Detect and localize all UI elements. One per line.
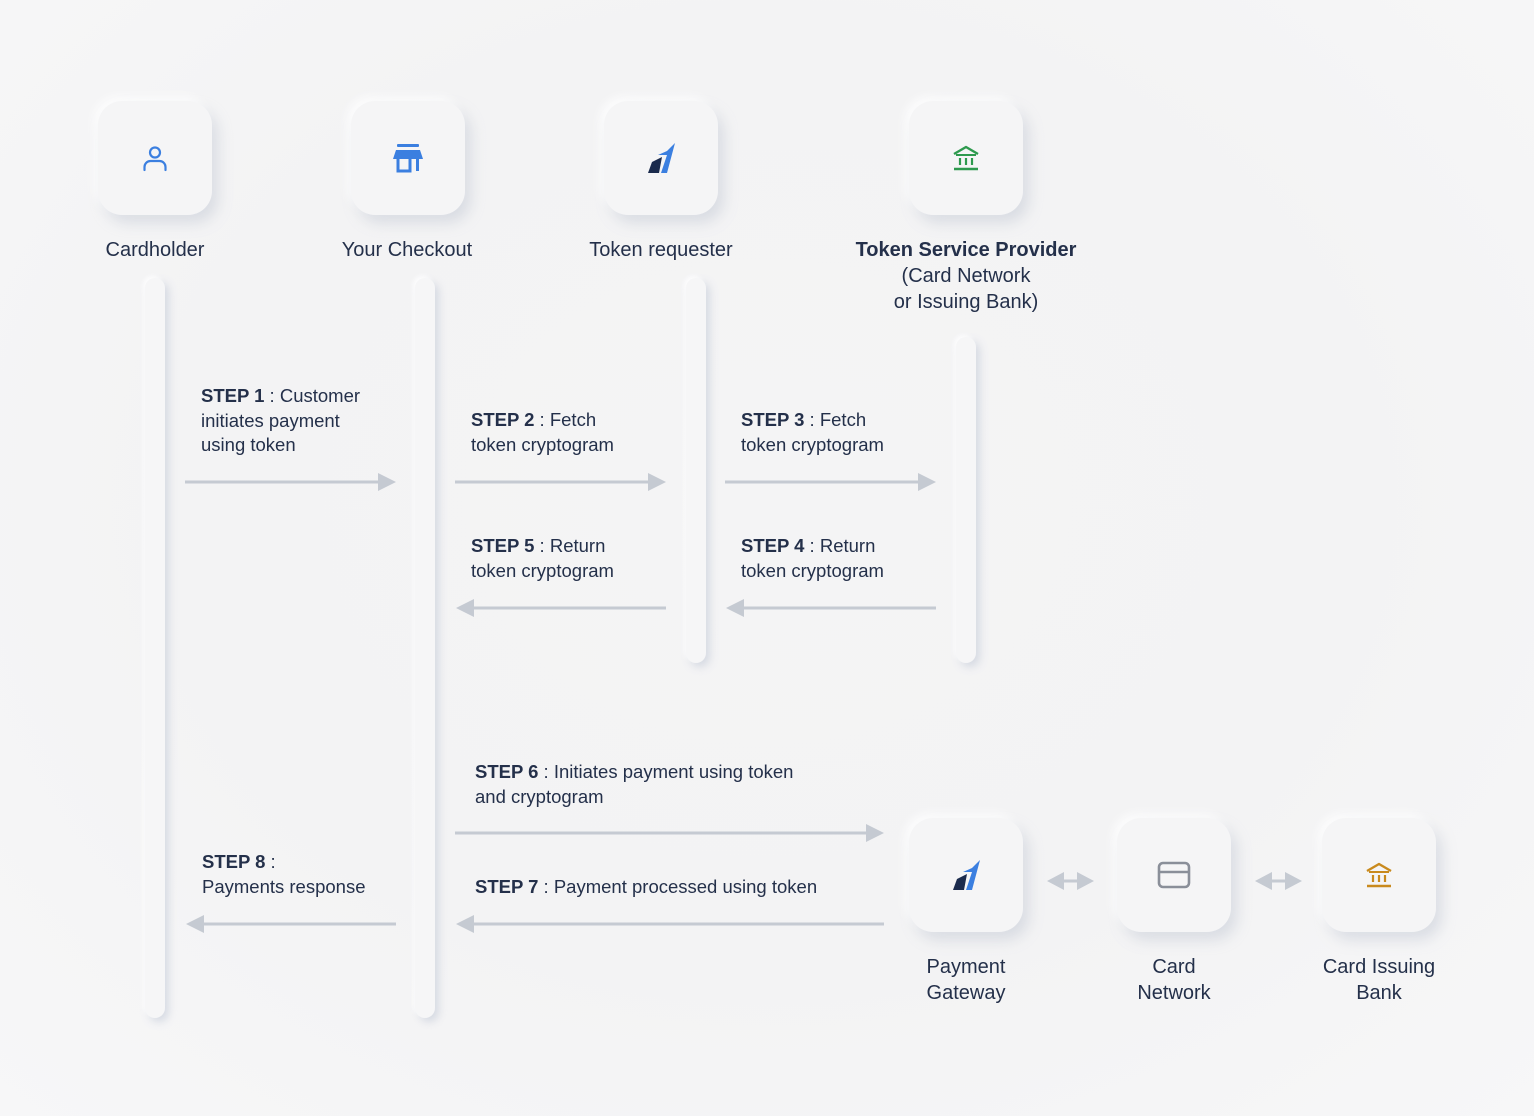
razorpay-logo-icon (953, 860, 980, 890)
step1-label: STEP 1 : Customer initiates payment usin… (201, 384, 360, 458)
issuing-bank-card (1322, 818, 1436, 932)
step2-label: STEP 2 : Fetch token cryptogram (471, 408, 614, 457)
step6-text-line2: and cryptogram (475, 785, 604, 807)
step2-text-line2: token cryptogram (471, 433, 614, 455)
step5-text-line1: Return (549, 535, 606, 556)
step5-arrow (456, 599, 666, 617)
step3-text-line1: Fetch (819, 409, 867, 430)
step1-text-line3: using token (201, 434, 296, 455)
step5-number: STEP 5 (471, 535, 535, 556)
step6-sep: : (538, 761, 554, 782)
step8-label: STEP 8 : Payments response (202, 850, 366, 899)
step4-sep: : (804, 535, 820, 556)
step8-sep: : (265, 851, 276, 872)
step8-text-line2: Payments response (202, 875, 366, 897)
card-icon (1157, 861, 1191, 889)
network-issuer-double-arrow (1255, 872, 1302, 890)
step7-label: STEP 7 : Payment processed using token (475, 875, 817, 900)
step1-text-line2: initiates payment (201, 409, 340, 431)
payment-gateway-label: Payment Gateway (927, 954, 1006, 1006)
card-network-label-line1: Card (1152, 956, 1196, 978)
step2-sep: : (534, 409, 550, 430)
step3-arrow (725, 473, 936, 491)
step1-arrow (185, 473, 396, 491)
step4-label: STEP 4 : Return token cryptogram (741, 534, 884, 583)
card-network-label: Card Network (1137, 954, 1210, 1006)
step3-sep: : (804, 409, 820, 430)
step7-arrow (456, 915, 884, 933)
issuing-bank-label: Card Issuing Bank (1323, 954, 1435, 1006)
step6-arrow (455, 824, 884, 842)
card-network-label-line2: Network (1137, 982, 1211, 1004)
step4-text-line1: Return (819, 535, 876, 556)
step7-sep: : (538, 876, 554, 897)
step7-number: STEP 7 (475, 876, 539, 897)
step5-label: STEP 5 : Return token cryptogram (471, 534, 614, 583)
step5-text-line2: token cryptogram (471, 559, 614, 581)
payment-gateway-label-line2: Gateway (926, 982, 1006, 1004)
step7-text-line1: Payment processed using token (553, 876, 818, 897)
step8-arrow (186, 915, 396, 933)
issuing-bank-label-line1: Card Issuing (1322, 956, 1436, 978)
step5-sep: : (534, 535, 550, 556)
issuing-bank-label-line2: Bank (1356, 982, 1402, 1004)
step6-label: STEP 6 : Initiates payment using token a… (475, 760, 793, 809)
card-network-card (1117, 818, 1231, 932)
step6-text-line1: Initiates payment using token (553, 761, 794, 782)
step4-number: STEP 4 (741, 535, 805, 556)
step1-text-line1: Customer (279, 385, 361, 406)
step2-text-line1: Fetch (549, 409, 597, 430)
step3-text-line2: token cryptogram (741, 433, 884, 455)
step1-number: STEP 1 (201, 385, 265, 406)
step2-number: STEP 2 (471, 409, 535, 430)
step4-text-line2: token cryptogram (741, 559, 884, 581)
step3-number: STEP 3 (741, 409, 805, 430)
bank-icon (1366, 862, 1392, 888)
payment-gateway-card (909, 818, 1023, 932)
step1-sep: : (264, 385, 280, 406)
step3-label: STEP 3 : Fetch token cryptogram (741, 408, 884, 457)
step4-arrow (726, 599, 936, 617)
gateway-network-double-arrow (1047, 872, 1094, 890)
step6-number: STEP 6 (475, 761, 539, 782)
step2-arrow (455, 473, 666, 491)
step8-number: STEP 8 (202, 851, 266, 872)
payment-gateway-label-line1: Payment (926, 956, 1006, 978)
